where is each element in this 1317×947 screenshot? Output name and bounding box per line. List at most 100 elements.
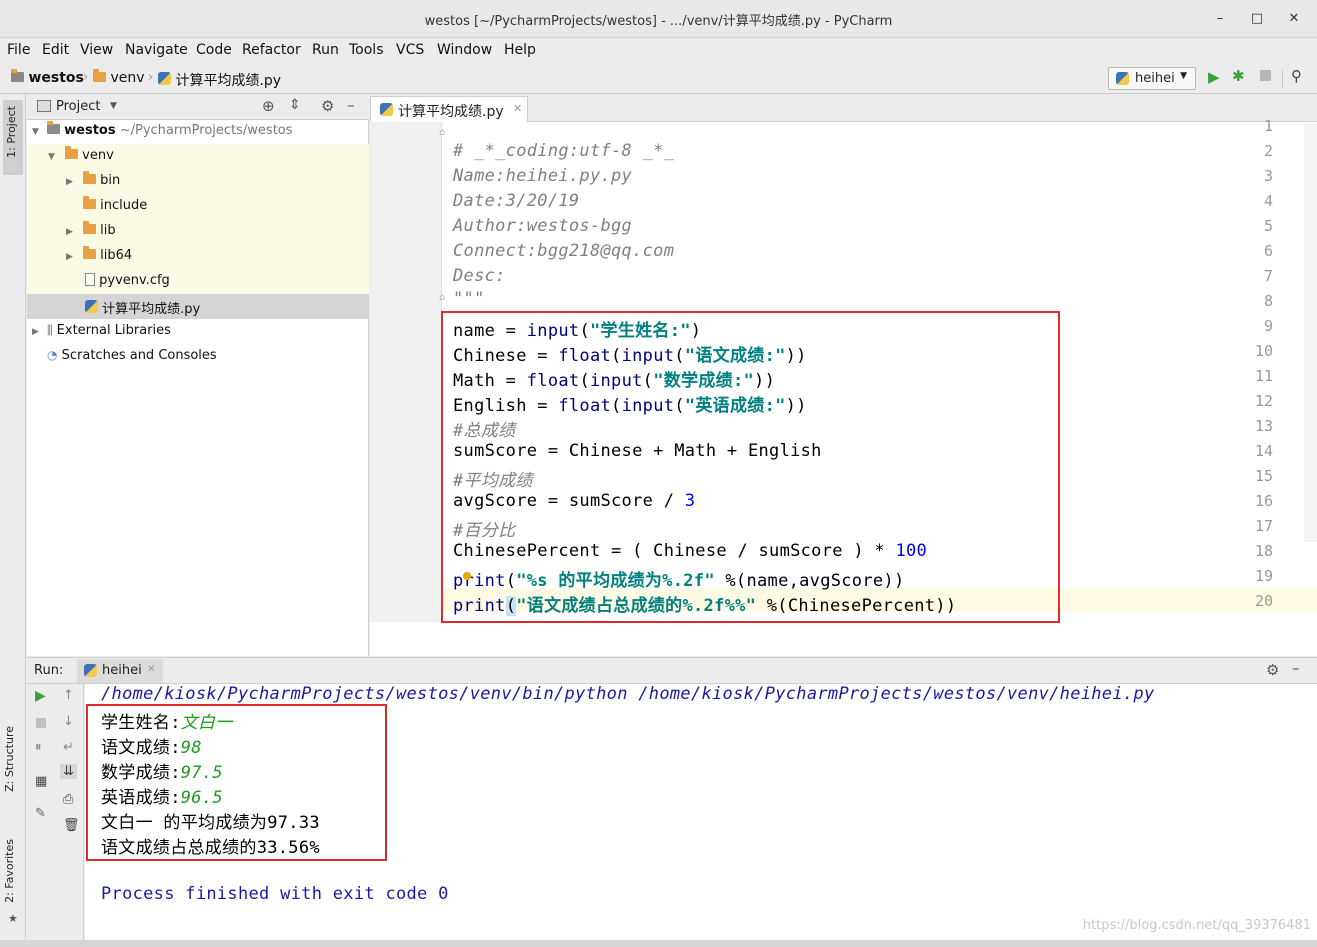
fold-icon[interactable]: ⌂: [439, 292, 445, 303]
stop-icon[interactable]: [1260, 70, 1271, 81]
menu-run[interactable]: Run: [312, 42, 339, 58]
collapse-all-icon[interactable]: ⇕: [289, 97, 301, 113]
menu-vcs[interactable]: VCS: [396, 42, 424, 58]
python-icon: [1116, 72, 1129, 85]
line-number: 1: [1263, 117, 1273, 135]
editor-scrollbar[interactable]: [1304, 124, 1317, 542]
tree-root[interactable]: westos ~/PycharmProjects/westos: [47, 121, 293, 138]
breadcrumb-venv[interactable]: venv: [93, 69, 145, 86]
run-tab-heihei[interactable]: heihei ✕: [77, 659, 163, 683]
tree-item-scratches[interactable]: ◔ Scratches and Consoles: [47, 348, 217, 363]
gear-icon[interactable]: ⚙: [321, 97, 334, 115]
print-icon[interactable]: ⎙: [63, 792, 73, 807]
tree-item-external-libraries[interactable]: ⫼ External Libraries: [47, 323, 171, 338]
output-highlight-annotation: [86, 704, 387, 861]
tree-item-bin[interactable]: bin: [83, 171, 120, 188]
watermark: https://blog.csdn.net/qq_39376481: [1082, 918, 1311, 933]
pause-icon[interactable]: ⏸: [35, 740, 42, 755]
toolbar-divider: [1282, 70, 1283, 88]
locate-icon[interactable]: ⊕: [262, 97, 275, 115]
trash-icon[interactable]: 🗑: [63, 818, 80, 833]
scroll-to-end-icon[interactable]: ⇊: [60, 764, 77, 779]
expand-icon[interactable]: ▼: [48, 152, 55, 162]
menu-edit[interactable]: Edit: [42, 42, 69, 58]
menu-refactor[interactable]: Refactor: [242, 42, 301, 58]
close-button[interactable]: ✕: [1284, 9, 1304, 29]
close-tab-icon[interactable]: ✕: [147, 664, 155, 675]
collapse-icon[interactable]: ▶: [66, 227, 73, 237]
menu-window[interactable]: Window: [437, 42, 492, 58]
folder-icon: [47, 121, 60, 134]
collapse-icon[interactable]: ▶: [66, 177, 73, 187]
up-arrow-icon[interactable]: ↑: [63, 688, 74, 703]
project-panel-header: Project ▼ ⊕ ⇕ ⚙ –: [27, 94, 369, 120]
tree-item-venv[interactable]: venv: [65, 146, 114, 163]
menu-code[interactable]: Code: [196, 42, 232, 58]
breadcrumb-project[interactable]: westos: [11, 69, 84, 86]
menu-help[interactable]: Help: [504, 42, 536, 58]
run-configuration-select[interactable]: heihei ▼: [1108, 67, 1196, 90]
down-arrow-icon[interactable]: ↓: [63, 714, 74, 729]
library-icon: ⫼: [47, 323, 53, 337]
run-toolbar: ▶ ↑ ↓ ⏸ ↵ ▦ ⇊ ⎙ ✎ 🗑: [27, 684, 84, 940]
line-number: 19: [1254, 567, 1273, 585]
hide-icon[interactable]: –: [1292, 659, 1300, 677]
layout-icon[interactable]: ▦: [35, 774, 47, 789]
code-line: Author:westos-bgg: [453, 216, 633, 236]
line-number: 11: [1254, 367, 1273, 385]
collapse-icon[interactable]: ▶: [32, 327, 39, 337]
menu-file[interactable]: File: [7, 42, 30, 58]
folder-icon: [83, 221, 96, 234]
hide-icon[interactable]: –: [347, 96, 355, 114]
menu-view[interactable]: View: [80, 42, 113, 58]
chevron-right-icon: ›: [83, 70, 89, 85]
project-tool-tab[interactable]: 1: Project: [3, 100, 23, 175]
line-number: 18: [1254, 542, 1273, 560]
line-number: 2: [1263, 142, 1273, 160]
gear-icon[interactable]: ⚙: [1266, 661, 1279, 679]
menu-navigate[interactable]: Navigate: [125, 42, 188, 58]
tree-item-include[interactable]: include: [83, 196, 147, 213]
fold-icon[interactable]: ⌂: [439, 127, 445, 138]
console-command: /home/kiosk/PycharmProjects/westos/venv/…: [101, 684, 1155, 704]
console-exit-message: Process finished with exit code 0: [101, 884, 449, 904]
line-number: 7: [1263, 267, 1273, 285]
folder-icon: [83, 171, 96, 184]
minimize-button[interactable]: –: [1210, 9, 1230, 29]
project-view-label[interactable]: Project: [56, 99, 100, 114]
wrap-icon[interactable]: ↵: [63, 740, 74, 755]
favorites-tool-tab[interactable]: 2: Favorites: [3, 839, 16, 903]
menu-tools[interactable]: Tools: [349, 42, 384, 58]
code-line: # _*_coding:utf-8 _*_: [453, 141, 675, 161]
tree-item-lib[interactable]: lib: [83, 221, 116, 238]
chevron-down-icon[interactable]: ▼: [110, 101, 117, 111]
line-number: 8: [1263, 292, 1273, 310]
run-icon[interactable]: ▶: [1208, 68, 1220, 86]
run-panel-header: Run: heihei ✕ ⚙ –: [27, 657, 1317, 684]
debug-icon[interactable]: ✱: [1232, 67, 1245, 85]
stop-icon[interactable]: [36, 718, 46, 728]
project-panel: Project ▼ ⊕ ⇕ ⚙ – ▼ westos ~/PycharmProj…: [27, 94, 369, 656]
scratch-icon: ◔: [47, 348, 58, 362]
collapse-icon[interactable]: ▶: [66, 252, 73, 262]
chevron-right-icon: ›: [148, 70, 154, 85]
project-icon: [37, 100, 51, 112]
star-icon: ★: [8, 912, 18, 925]
pin-icon[interactable]: ✎: [35, 806, 46, 821]
expand-icon[interactable]: ▼: [32, 127, 39, 137]
search-icon[interactable]: ⚲: [1291, 67, 1302, 85]
tree-item-pyvenv[interactable]: pyvenv.cfg: [85, 273, 170, 288]
line-number: 20: [1254, 592, 1273, 610]
tree-item-current-file[interactable]: 计算平均成绩.py: [85, 298, 200, 317]
dropdown-arrow-icon: ▼: [1180, 71, 1187, 81]
folder-icon: [93, 69, 106, 82]
structure-tool-tab[interactable]: Z: Structure: [3, 726, 16, 792]
line-number: 5: [1263, 217, 1273, 235]
rerun-icon[interactable]: ▶: [35, 688, 46, 704]
tree-item-lib64[interactable]: lib64: [83, 246, 132, 263]
maximize-button[interactable]: □: [1247, 9, 1267, 29]
breadcrumb-file[interactable]: 计算平均成绩.py: [158, 70, 281, 90]
folder-icon: [83, 196, 96, 209]
code-line: """: [453, 289, 485, 309]
line-number: 3: [1263, 167, 1273, 185]
